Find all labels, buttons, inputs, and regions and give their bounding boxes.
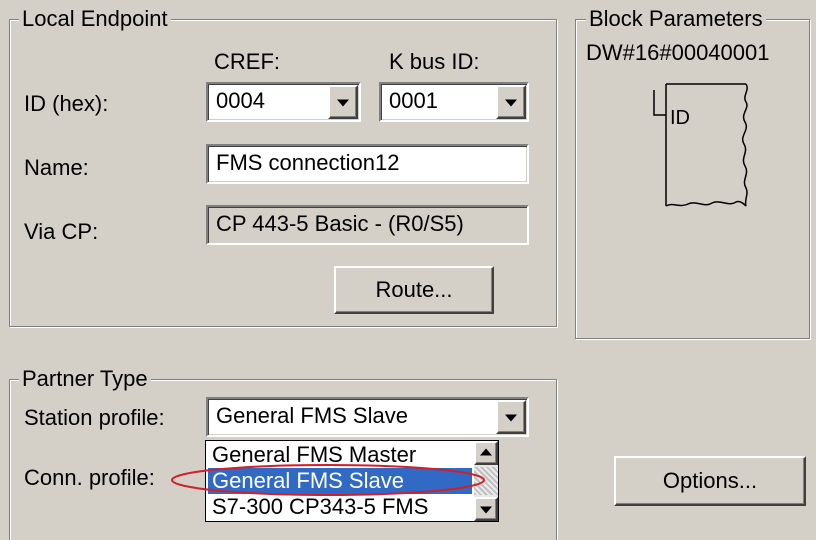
kbus-id-label: K bus ID: [389, 49, 480, 74]
via-cp-label: Via CP: [24, 219, 99, 244]
name-input[interactable]: FMS connection12 [206, 144, 529, 184]
cref-label: CREF: [214, 49, 280, 74]
scroll-down-button[interactable] [474, 497, 498, 521]
via-cp-field: CP 443-5 Basic - (R0/S5) [206, 205, 529, 245]
kbus-id-value: 0001 [389, 88, 438, 113]
chevron-down-icon [337, 99, 349, 107]
block-outline [653, 83, 748, 207]
route-button[interactable]: Route... [334, 266, 494, 314]
station-profile-value: General FMS Slave [216, 403, 408, 428]
station-profile-label: Station profile: [24, 405, 165, 430]
chevron-down-icon [505, 99, 517, 107]
block-id-tag: ID [670, 107, 690, 129]
chevron-down-icon [480, 506, 492, 514]
cref-value: 0004 [216, 88, 265, 113]
partner-type-title: Partner Type [19, 367, 151, 391]
name-value: FMS connection12 [216, 150, 400, 175]
kbus-id-dropdown-button[interactable] [496, 85, 526, 119]
chevron-down-icon [505, 414, 517, 422]
via-cp-value: CP 443-5 Basic - (R0/S5) [216, 211, 464, 236]
chevron-up-icon [480, 448, 492, 456]
id-hex-label: ID (hex): [24, 91, 109, 116]
kbus-id-dropdown[interactable]: 0001 [379, 82, 529, 122]
dw-value: DW#16#00040001 [586, 40, 770, 65]
local-endpoint-title: Local Endpoint [19, 7, 171, 31]
station-profile-dropdown-button[interactable] [496, 400, 526, 434]
cref-dropdown[interactable]: 0004 [206, 82, 361, 122]
station-profile-dropdown[interactable]: General FMS Slave [206, 397, 529, 437]
name-label: Name: [24, 155, 89, 180]
block-parameters-title: Block Parameters [586, 7, 766, 31]
conn-profile-label: Conn. profile: [24, 465, 155, 490]
options-button[interactable]: Options... [614, 456, 806, 506]
block-diagram: ID [653, 83, 748, 207]
highlight-ellipse [171, 464, 485, 496]
cref-dropdown-button[interactable] [328, 85, 358, 119]
